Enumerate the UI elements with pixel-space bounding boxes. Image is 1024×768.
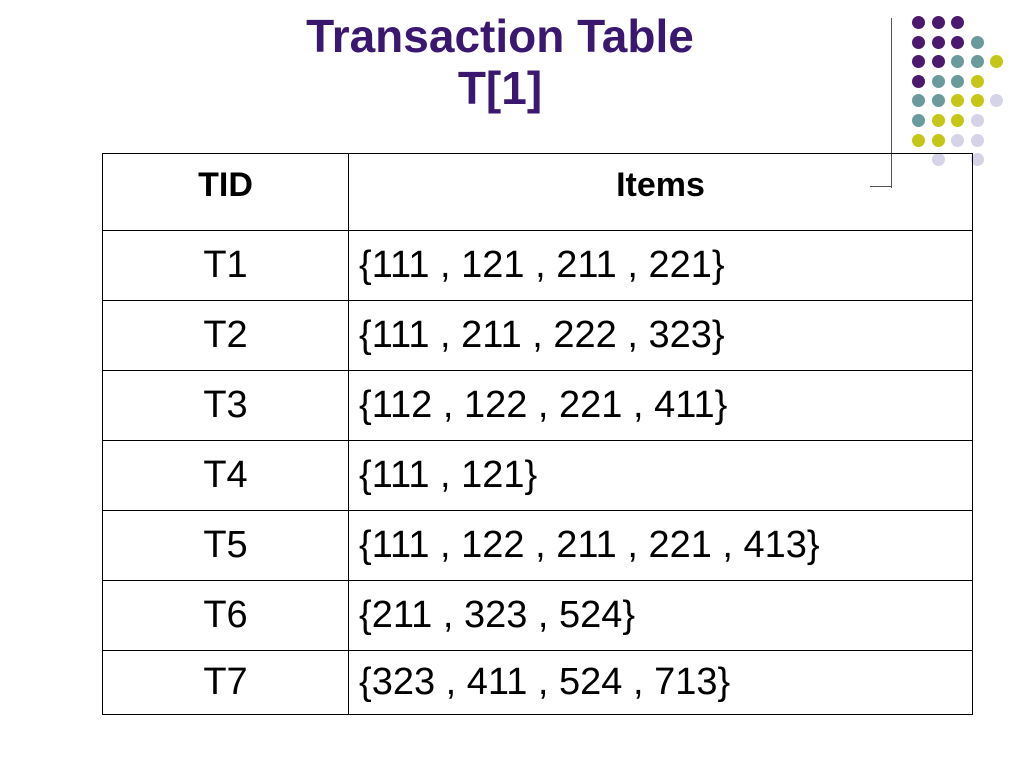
table-header-row: TID Items <box>102 153 973 231</box>
ornament-dot <box>931 74 945 88</box>
table-row: T7 {323 , 411 , 524 , 713} <box>102 650 973 715</box>
table-row: T6 {211 , 323 , 524} <box>102 580 973 651</box>
ornament-dot <box>970 133 984 147</box>
ornament-dot <box>912 94 925 108</box>
cell-items: {323 , 411 , 524 , 713} <box>348 650 973 715</box>
ornament-dot <box>931 114 945 127</box>
cell-tid: T2 <box>102 300 349 371</box>
ornament-dot <box>912 35 925 49</box>
cell-tid: T6 <box>102 580 349 651</box>
ornament-dot <box>951 114 965 127</box>
ornament-dot <box>931 94 945 108</box>
ornament-dot <box>931 35 945 49</box>
cell-tid: T5 <box>102 510 349 581</box>
ornament-dot <box>990 55 1004 69</box>
ornament-dot <box>951 94 965 108</box>
ornament-dot <box>951 74 965 88</box>
transaction-table: TID Items T1 {111 , 121 , 211 , 221} T2 … <box>102 153 973 715</box>
slide-title: Transaction Table T[1] <box>100 10 900 114</box>
cell-items: {111 , 121 , 211 , 221} <box>348 230 973 301</box>
ornament-dot <box>990 94 1004 108</box>
ornament-dot <box>931 55 945 69</box>
ornament-dot <box>970 74 984 88</box>
ornament-dot <box>951 16 965 29</box>
cell-tid: T4 <box>102 440 349 511</box>
cell-items: {111 , 211 , 222 , 323} <box>348 300 973 371</box>
table-row: T3 {112 , 122 , 221 , 411} <box>102 370 973 441</box>
ornament-dot <box>931 16 945 29</box>
cell-items: {112 , 122 , 221 , 411} <box>348 370 973 441</box>
ornament-dot <box>912 114 925 127</box>
ornament-dot <box>931 133 945 147</box>
cell-tid: T1 <box>102 230 349 301</box>
title-line-2: T[1] <box>457 62 543 114</box>
slide: Transaction Table T[1] TID Items T1 {111… <box>0 0 1024 768</box>
table-row: T5 {111 , 122 , 211 , 221 , 413} <box>102 510 973 581</box>
cell-items: {111 , 121} <box>348 440 973 511</box>
cell-tid: T3 <box>102 370 349 441</box>
header-tid: TID <box>102 153 349 231</box>
ornament-dot <box>970 35 984 49</box>
ornament-dot <box>912 74 925 88</box>
cell-items: {211 , 323 , 524} <box>348 580 973 651</box>
table-row: T4 {111 , 121} <box>102 440 973 511</box>
ornament-dot <box>970 55 984 69</box>
cell-items: {111 , 122 , 211 , 221 , 413} <box>348 510 973 581</box>
cell-tid: T7 <box>102 650 349 715</box>
ornament-dot <box>951 55 965 69</box>
ornament-dot <box>970 114 984 127</box>
ornament-dot <box>951 35 965 49</box>
table-row: T2 {111 , 211 , 222 , 323} <box>102 300 973 371</box>
header-items: Items <box>348 153 973 231</box>
ornament-dot <box>912 133 925 147</box>
ornament-dot <box>970 94 984 108</box>
ornament-dot <box>912 55 925 69</box>
ornament-dot <box>912 16 925 29</box>
title-line-1: Transaction Table <box>306 10 694 62</box>
table-row: T1 {111 , 121 , 211 , 221} <box>102 230 973 301</box>
ornament-dot <box>951 133 965 147</box>
